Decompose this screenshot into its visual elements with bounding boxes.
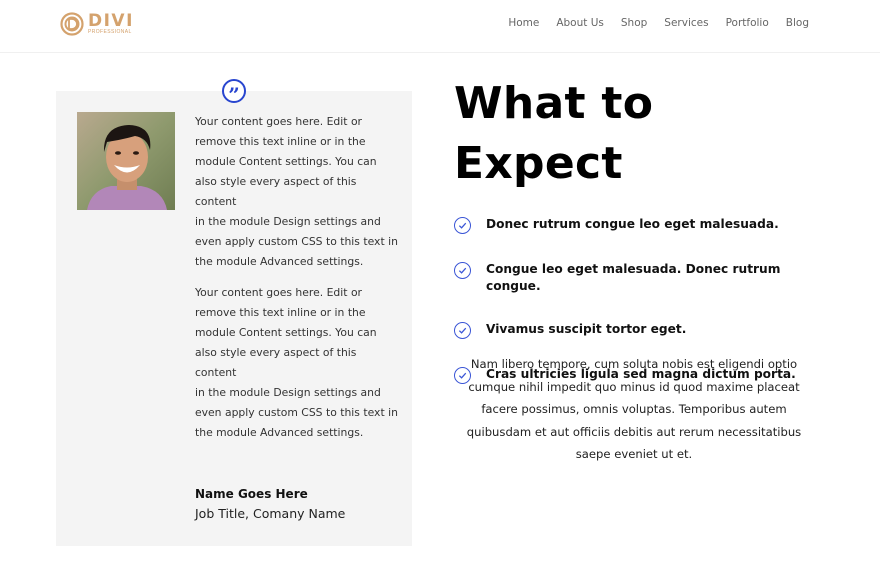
description-text: Nam libero tempore, cum soluta nobis est… xyxy=(466,357,802,461)
page-title: What to Expect xyxy=(454,78,654,189)
quote-icon: ” xyxy=(222,79,246,105)
list-item: Congue leo eget malesuada. Donec rutrum … xyxy=(454,261,834,295)
main-nav: Home About Us Shop Services Portfolio Bl… xyxy=(508,17,809,29)
portrait-image xyxy=(77,112,175,210)
testimonial-paragraph: Your content goes here. Edit or remove t… xyxy=(195,115,398,268)
author-job-title: Job Title, Comany Name xyxy=(195,506,346,521)
list-item-text: Donec rutrum congue leo eget malesuada. xyxy=(486,217,779,231)
logo[interactable]: DIVI PROFESSIONAL xyxy=(60,12,134,36)
list-item: Vivamus suscipit tortor eget. xyxy=(454,321,834,339)
testimonial-body: Your content goes here. Edit or remove t… xyxy=(195,112,400,454)
testimonial-paragraph: Your content goes here. Edit or remove t… xyxy=(195,286,398,439)
check-circle-icon xyxy=(454,262,471,279)
list-item-text: Congue leo eget malesuada. Donec rutrum … xyxy=(486,262,781,293)
nav-shop[interactable]: Shop xyxy=(621,17,647,29)
site-header: DIVI PROFESSIONAL Home About Us Shop Ser… xyxy=(0,0,880,52)
testimonial-card: Your content goes here. Edit or remove t… xyxy=(56,91,412,546)
check-circle-icon xyxy=(454,217,471,234)
testimonial-author: Name Goes Here Job Title, Comany Name xyxy=(195,484,345,524)
list-item-text: Vivamus suscipit tortor eget. xyxy=(486,322,687,336)
logo-wordmark: DIVI xyxy=(88,11,134,31)
nav-services[interactable]: Services xyxy=(664,17,708,29)
check-circle-icon xyxy=(454,322,471,339)
author-portrait xyxy=(77,112,175,210)
logo-subtitle: PROFESSIONAL xyxy=(88,29,132,35)
list-item: Donec rutrum congue leo eget malesuada. xyxy=(454,216,834,234)
nav-blog[interactable]: Blog xyxy=(786,17,809,29)
nav-about-us[interactable]: About Us xyxy=(556,17,604,29)
divi-logo-icon xyxy=(60,12,84,36)
author-name: Name Goes Here xyxy=(195,487,308,501)
nav-portfolio[interactable]: Portfolio xyxy=(726,17,769,29)
nav-home[interactable]: Home xyxy=(508,17,539,29)
